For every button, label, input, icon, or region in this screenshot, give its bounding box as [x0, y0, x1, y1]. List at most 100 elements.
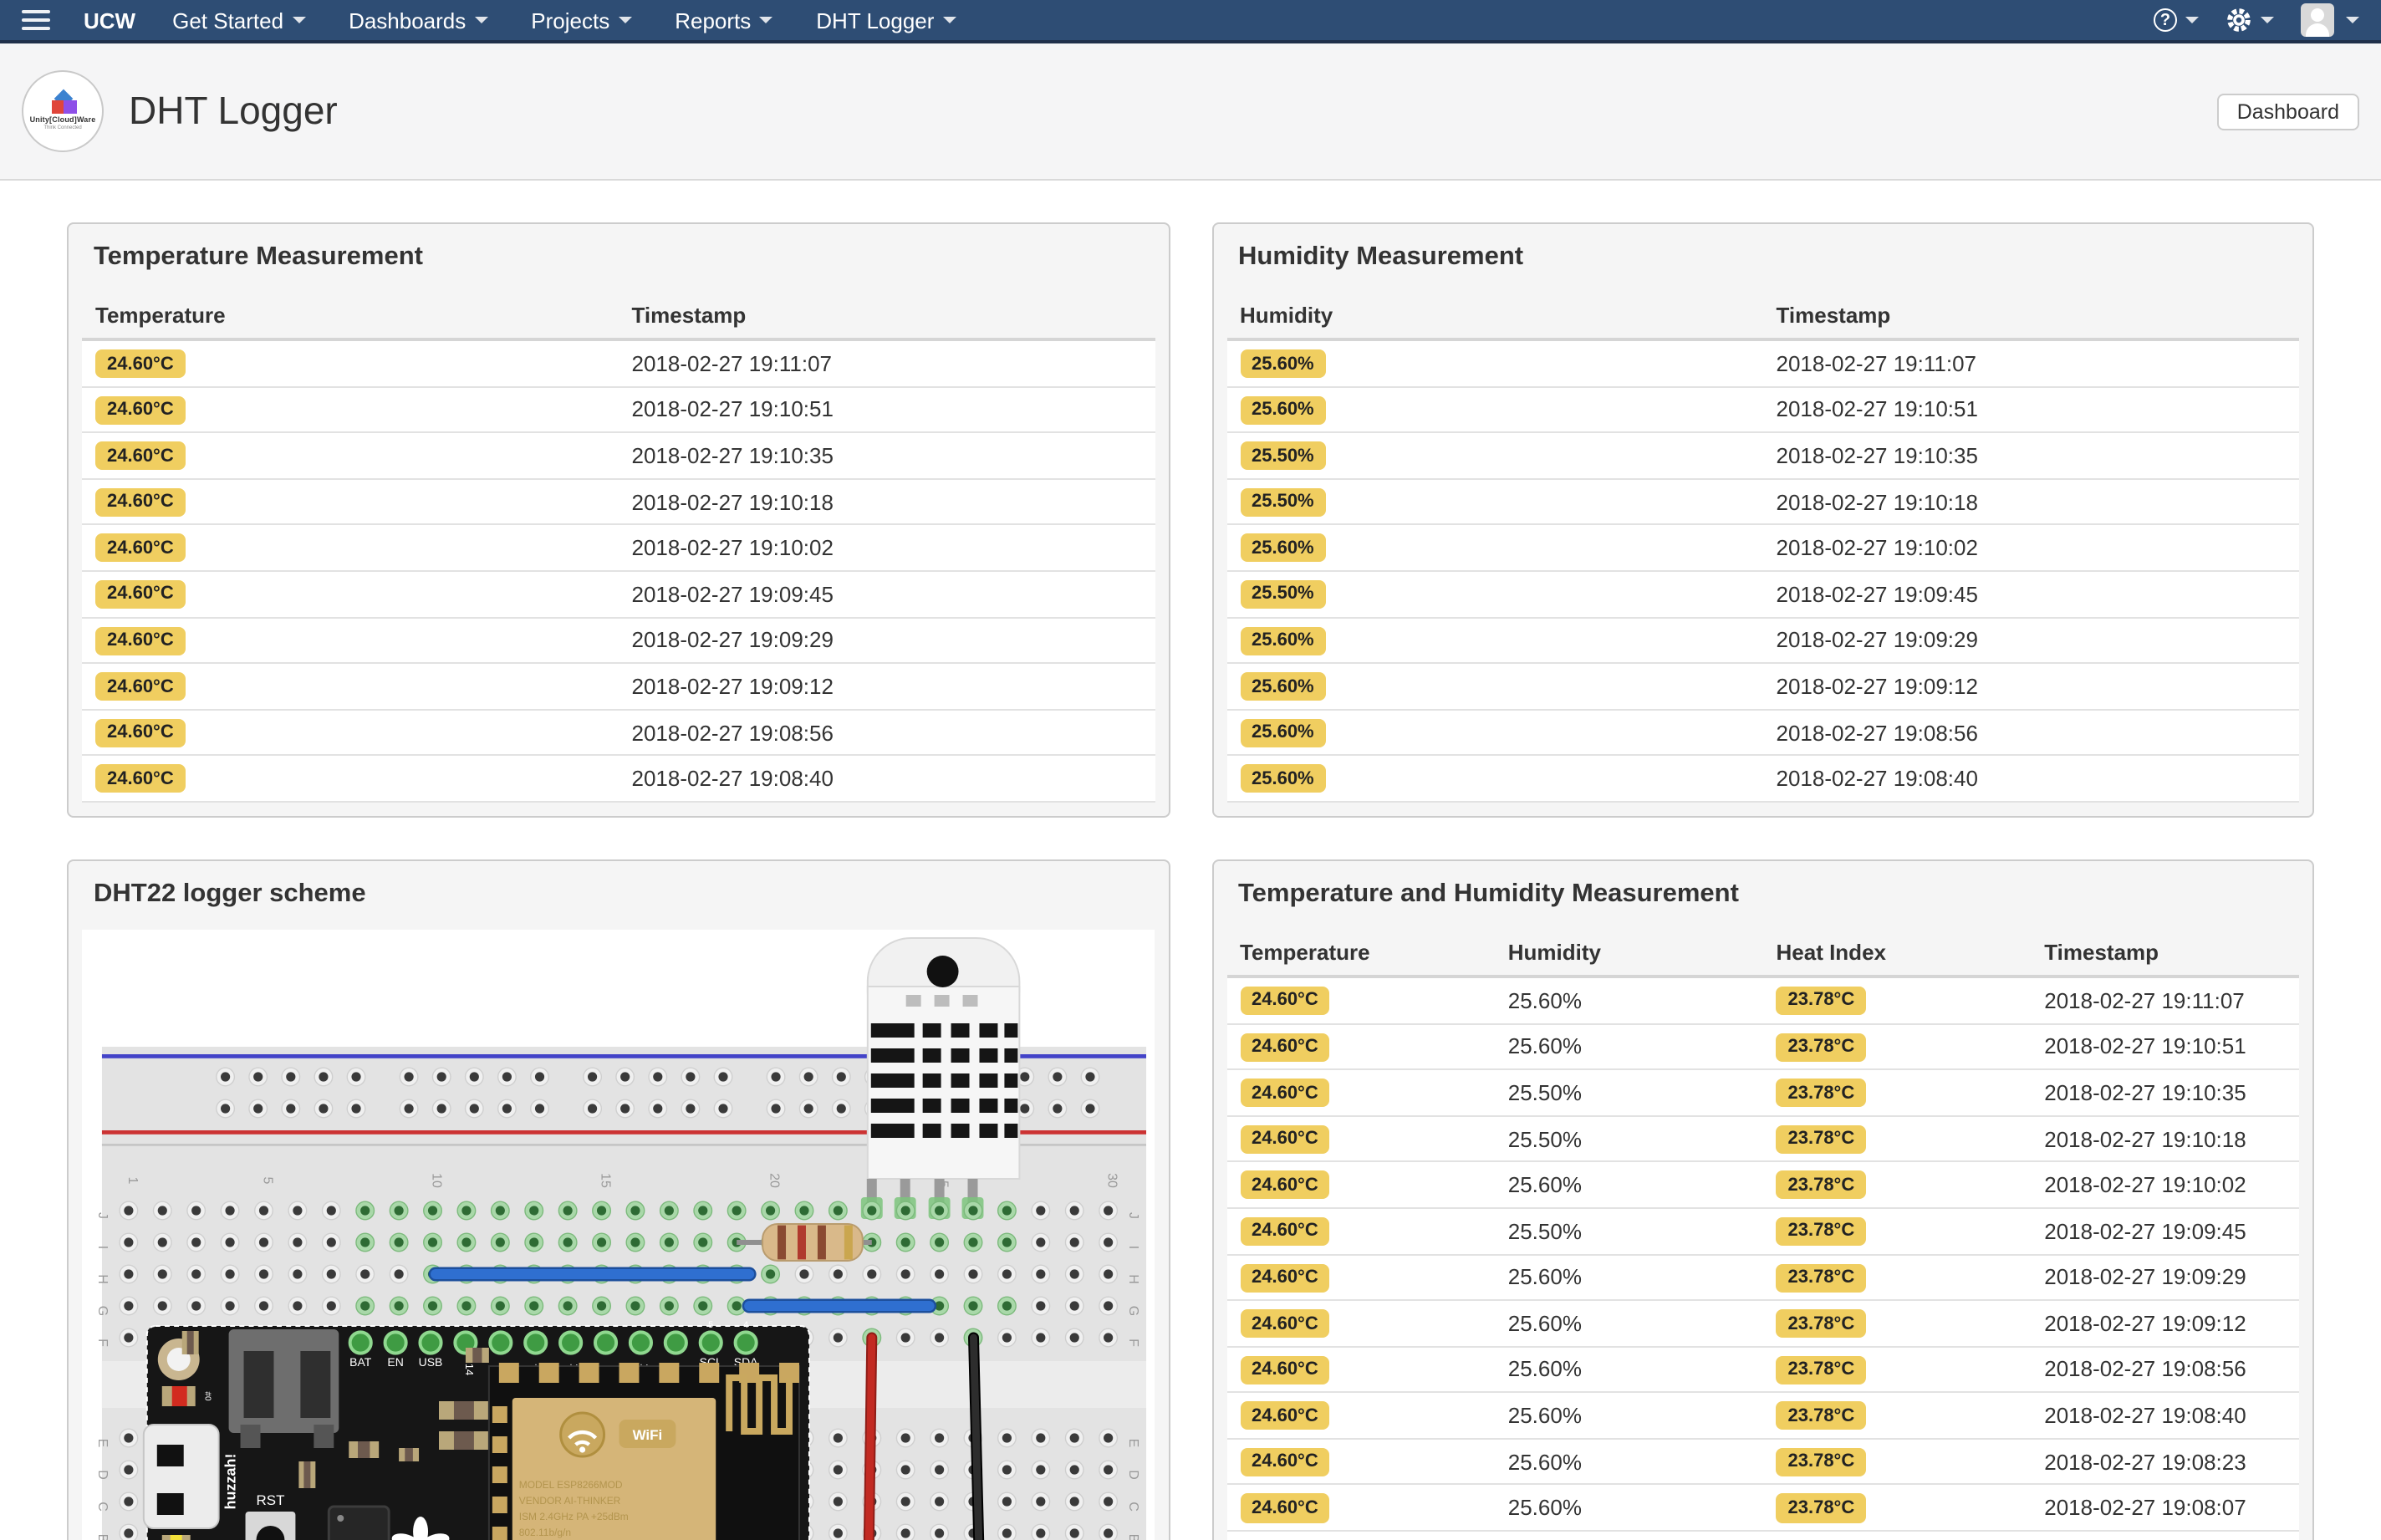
pin-pad-0 — [593, 1330, 619, 1355]
temperature-badge: 24.60°C — [95, 579, 186, 609]
table-row: 24.60°C 25.50% 23.78°C 2018-02-27 19:09:45 — [1226, 1207, 2299, 1255]
nav-item-reports[interactable]: Reports — [675, 8, 773, 33]
table-row: 24.60°C 25.60% 23.78°C 2018-02-27 19:09:12 — [1226, 1300, 2299, 1348]
heat-index-badge: 23.78°C — [1776, 1124, 1867, 1154]
badge-cell: 24.60°C — [1226, 1346, 1495, 1394]
brand-link[interactable]: UCW — [84, 8, 135, 33]
chevron-down-icon — [2185, 17, 2199, 23]
led-charge — [170, 1534, 182, 1540]
svg-text:H: H — [95, 1274, 110, 1284]
svg-text:EN: EN — [387, 1355, 403, 1369]
table-row: 25.60% 2018-02-27 19:10:51 — [1226, 386, 2299, 434]
humidity-value: 25.60% — [1494, 1392, 1763, 1440]
table-row: 25.50% 2018-02-27 19:10:18 — [1226, 478, 2299, 526]
heat-index-badge: 23.78°C — [1776, 1033, 1867, 1062]
humidity-badge: 25.60% — [1240, 764, 1326, 793]
humidity-value: 25.60% — [1494, 1300, 1763, 1348]
chevron-down-icon — [2346, 17, 2359, 23]
badge-cell: 23.78°C — [1762, 1207, 2032, 1255]
humidity-value: 25.60% — [1494, 1023, 1763, 1071]
svg-text:I: I — [1126, 1246, 1140, 1249]
nav-item-get-started[interactable]: Get Started — [172, 8, 306, 33]
humidity-badge: 25.50% — [1240, 487, 1326, 517]
humidity-value: 25.60% — [1494, 975, 1763, 1025]
heat-index-badge: 23.78°C — [1776, 1493, 1867, 1523]
nav-item-dashboards[interactable]: Dashboards — [349, 8, 488, 33]
timestamp-value: 2018-02-27 19:09:45 — [2031, 1207, 2299, 1255]
svg-text:5: 5 — [708, 1320, 713, 1330]
badge-cell: 23.78°C — [1762, 1115, 2032, 1163]
svg-text:802.11b/g/n: 802.11b/g/n — [519, 1527, 571, 1538]
table-row: 24.60°C 25.50% 23.78°C 2018-02-27 19:10:35 — [1226, 1069, 2299, 1117]
badge-cell: 24.60°C — [82, 432, 619, 480]
table-row: 24.60°C 25.60% 23.78°C 2018-02-27 19:08:56 — [1226, 1346, 2299, 1394]
svg-text:E: E — [1126, 1439, 1140, 1448]
humidity-value: 25.50% — [1494, 1207, 1763, 1255]
timestamp-value: 2018-02-27 19:08:07 — [2031, 1484, 2299, 1532]
help-icon: ? — [2154, 8, 2177, 32]
timestamp-value: 2018-02-27 19:10:51 — [1762, 386, 2299, 434]
table-row: 24.60°C 2018-02-27 19:09:45 — [82, 570, 1155, 619]
badge-cell: 23.78°C — [1762, 1484, 2032, 1532]
badge-cell: 24.60°C — [82, 338, 619, 388]
chevron-down-icon — [618, 17, 632, 23]
badge-cell: 25.60% — [1226, 386, 1763, 434]
badge-cell: 24.60°C — [82, 570, 619, 619]
dht22-vent-hole — [926, 955, 959, 987]
dashboard-button[interactable]: Dashboard — [2216, 93, 2359, 130]
pin-pad-bat — [348, 1330, 373, 1355]
humidity-value: 25.60% — [1494, 1161, 1763, 1209]
svg-text:H: H — [1126, 1274, 1140, 1284]
user-menu[interactable] — [2301, 3, 2359, 37]
timestamp-value: 2018-02-27 19:08:23 — [2031, 1438, 2299, 1486]
top-navbar: UCW Get Started Dashboards Projects Repo… — [0, 0, 2381, 43]
chevron-down-icon — [759, 17, 773, 23]
table-row: 25.60% 2018-02-27 19:11:07 — [1226, 338, 2299, 388]
temperature-badge: 24.60°C — [95, 672, 186, 701]
badge-cell: 24.60°C — [82, 663, 619, 711]
timestamp-value: 2018-02-27 19:09:45 — [618, 570, 1155, 619]
timestamp-value: 2018-02-27 19:09:12 — [1762, 663, 2299, 711]
table-header-row: Temperature Humidity Heat Index Timestamp — [1226, 929, 2299, 978]
svg-text:E: E — [95, 1439, 110, 1448]
help-menu[interactable]: ? — [2154, 8, 2199, 32]
svg-text:MODEL ESP8266MOD: MODEL ESP8266MOD — [519, 1479, 623, 1491]
table-row: 24.60°C 25.60% 23.78°C 2018-02-27 19:10:51 — [1226, 1023, 2299, 1071]
page-title: DHT Logger — [129, 89, 338, 132]
panel-dht22-scheme: DHT22 logger scheme 151015202530JJIIHHGG… — [67, 859, 1170, 1540]
temperature-badge: 24.60°C — [95, 349, 186, 379]
heat-index-badge: 23.78°C — [1776, 1170, 1867, 1200]
timestamp-value: 2018-02-27 19:07:50 — [2031, 1531, 2299, 1540]
humidity-value: 25.50% — [1494, 1069, 1763, 1117]
badge-cell: 24.60°C — [1226, 1254, 1495, 1302]
badge-cell: 24.60°C — [1226, 1023, 1495, 1071]
temperature-badge: 24.60°C — [1240, 1263, 1330, 1293]
badge-cell: 25.60% — [1226, 663, 1763, 711]
table-row: 24.60°C 2018-02-27 19:10:02 — [82, 524, 1155, 572]
temperature-badge: 24.60°C — [1240, 1493, 1330, 1523]
humidity-badge: 25.60% — [1240, 533, 1326, 563]
dht22-sensor — [860, 936, 1021, 1219]
timestamp-value: 2018-02-27 19:10:35 — [1762, 432, 2299, 480]
temperature-table: Temperature Timestamp 24.60°C 2018-02-27 1… — [82, 293, 1155, 803]
timestamp-value: 2018-02-27 19:10:51 — [618, 386, 1155, 434]
settings-menu[interactable] — [2225, 7, 2274, 33]
nav-item-dht-logger[interactable]: DHT Logger — [816, 8, 956, 33]
hamburger-menu-icon[interactable] — [22, 10, 50, 30]
temperature-badge: 24.60°C — [1240, 1401, 1330, 1430]
nav-item-projects[interactable]: Projects — [531, 8, 632, 33]
svg-text:5: 5 — [260, 1176, 274, 1184]
temperature-badge: 24.60°C — [95, 395, 186, 425]
badge-cell: 23.78°C — [1762, 1531, 2032, 1540]
heat-index-badge: 23.78°C — [1776, 1309, 1867, 1339]
temperature-badge: 24.60°C — [95, 626, 186, 655]
column-header: Timestamp — [2031, 929, 2299, 978]
temperature-badge: 24.60°C — [1240, 1124, 1330, 1154]
table-row: 24.60°C 2018-02-27 19:10:18 — [82, 478, 1155, 526]
heat-index-badge: 23.78°C — [1776, 1216, 1867, 1246]
timestamp-value: 2018-02-27 19:08:56 — [618, 709, 1155, 757]
led-red — [171, 1385, 187, 1406]
temperature-badge: 24.60°C — [1240, 1447, 1330, 1476]
badge-cell: 24.60°C — [1226, 1438, 1495, 1486]
badge-cell: 24.60°C — [82, 524, 619, 572]
